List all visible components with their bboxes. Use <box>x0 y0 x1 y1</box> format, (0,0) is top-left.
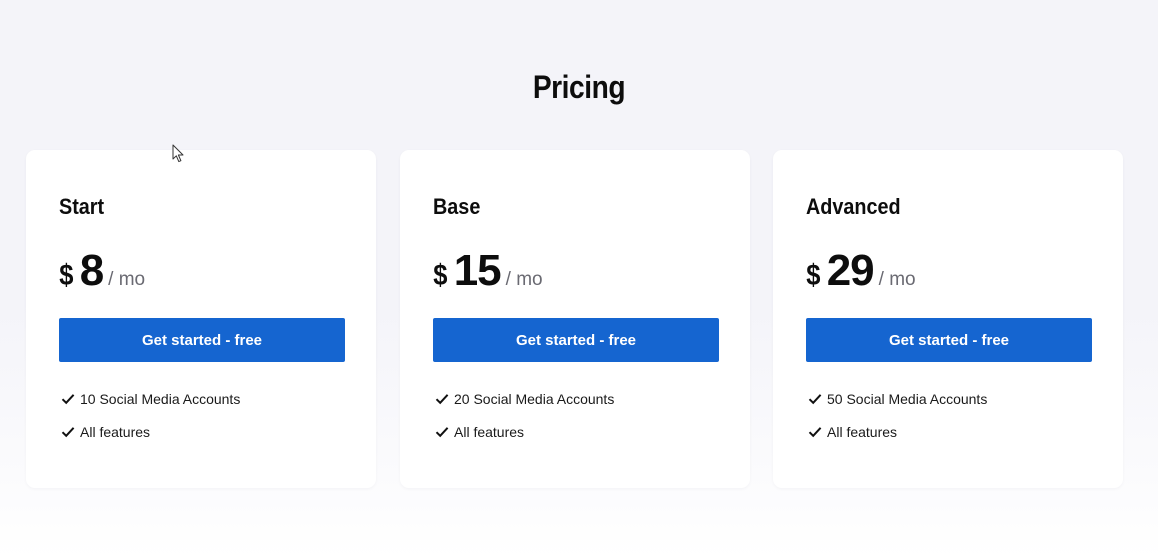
currency-symbol: $ <box>59 259 74 292</box>
price-amount: 15 <box>453 246 502 295</box>
feature-item: 10 Social Media Accounts <box>61 389 240 409</box>
feature-item: All features <box>808 422 987 442</box>
plan-name: Advanced <box>806 194 901 219</box>
price-amount: 8 <box>79 246 105 295</box>
feature-label: All features <box>80 424 151 440</box>
page-title: Pricing <box>532 69 626 106</box>
price: $ 15 / mo <box>432 246 543 300</box>
pricing-card-base: Base $ 15 / mo Get started - free 20 Soc… <box>400 150 750 488</box>
feature-label: 20 Social Media Accounts <box>454 391 615 407</box>
check-icon <box>435 394 449 405</box>
check-icon <box>61 427 75 438</box>
price-amount: 29 <box>826 246 875 295</box>
feature-item: All features <box>61 422 240 442</box>
plan-name: Start <box>59 194 105 219</box>
billing-period: / mo <box>878 269 916 290</box>
feature-item: All features <box>435 422 614 442</box>
check-icon <box>808 394 822 405</box>
feature-label: 10 Social Media Accounts <box>80 391 241 407</box>
feature-list: 50 Social Media Accounts All features <box>808 389 987 455</box>
feature-label: All features <box>827 424 898 440</box>
feature-list: 10 Social Media Accounts All features <box>61 389 240 455</box>
mouse-cursor-icon <box>172 144 184 163</box>
billing-period: / mo <box>108 269 146 290</box>
get-started-button[interactable]: Get started - free <box>59 318 345 362</box>
check-icon <box>435 427 449 438</box>
feature-item: 50 Social Media Accounts <box>808 389 987 409</box>
get-started-button[interactable]: Get started - free <box>806 318 1092 362</box>
price: $ 29 / mo <box>805 246 916 300</box>
feature-item: 20 Social Media Accounts <box>435 389 614 409</box>
currency-symbol: $ <box>806 259 821 292</box>
feature-list: 20 Social Media Accounts All features <box>435 389 614 455</box>
billing-period: / mo <box>505 269 543 290</box>
feature-label: All features <box>454 424 525 440</box>
price: $ 8 / mo <box>58 246 145 300</box>
check-icon <box>808 427 822 438</box>
currency-symbol: $ <box>433 259 448 292</box>
feature-label: 50 Social Media Accounts <box>827 391 988 407</box>
get-started-button[interactable]: Get started - free <box>433 318 719 362</box>
check-icon <box>61 394 75 405</box>
plan-name: Base <box>433 194 481 219</box>
pricing-card-start: Start $ 8 / mo Get started - free 10 Soc… <box>26 150 376 488</box>
pricing-card-advanced: Advanced $ 29 / mo Get started - free 50… <box>773 150 1123 488</box>
